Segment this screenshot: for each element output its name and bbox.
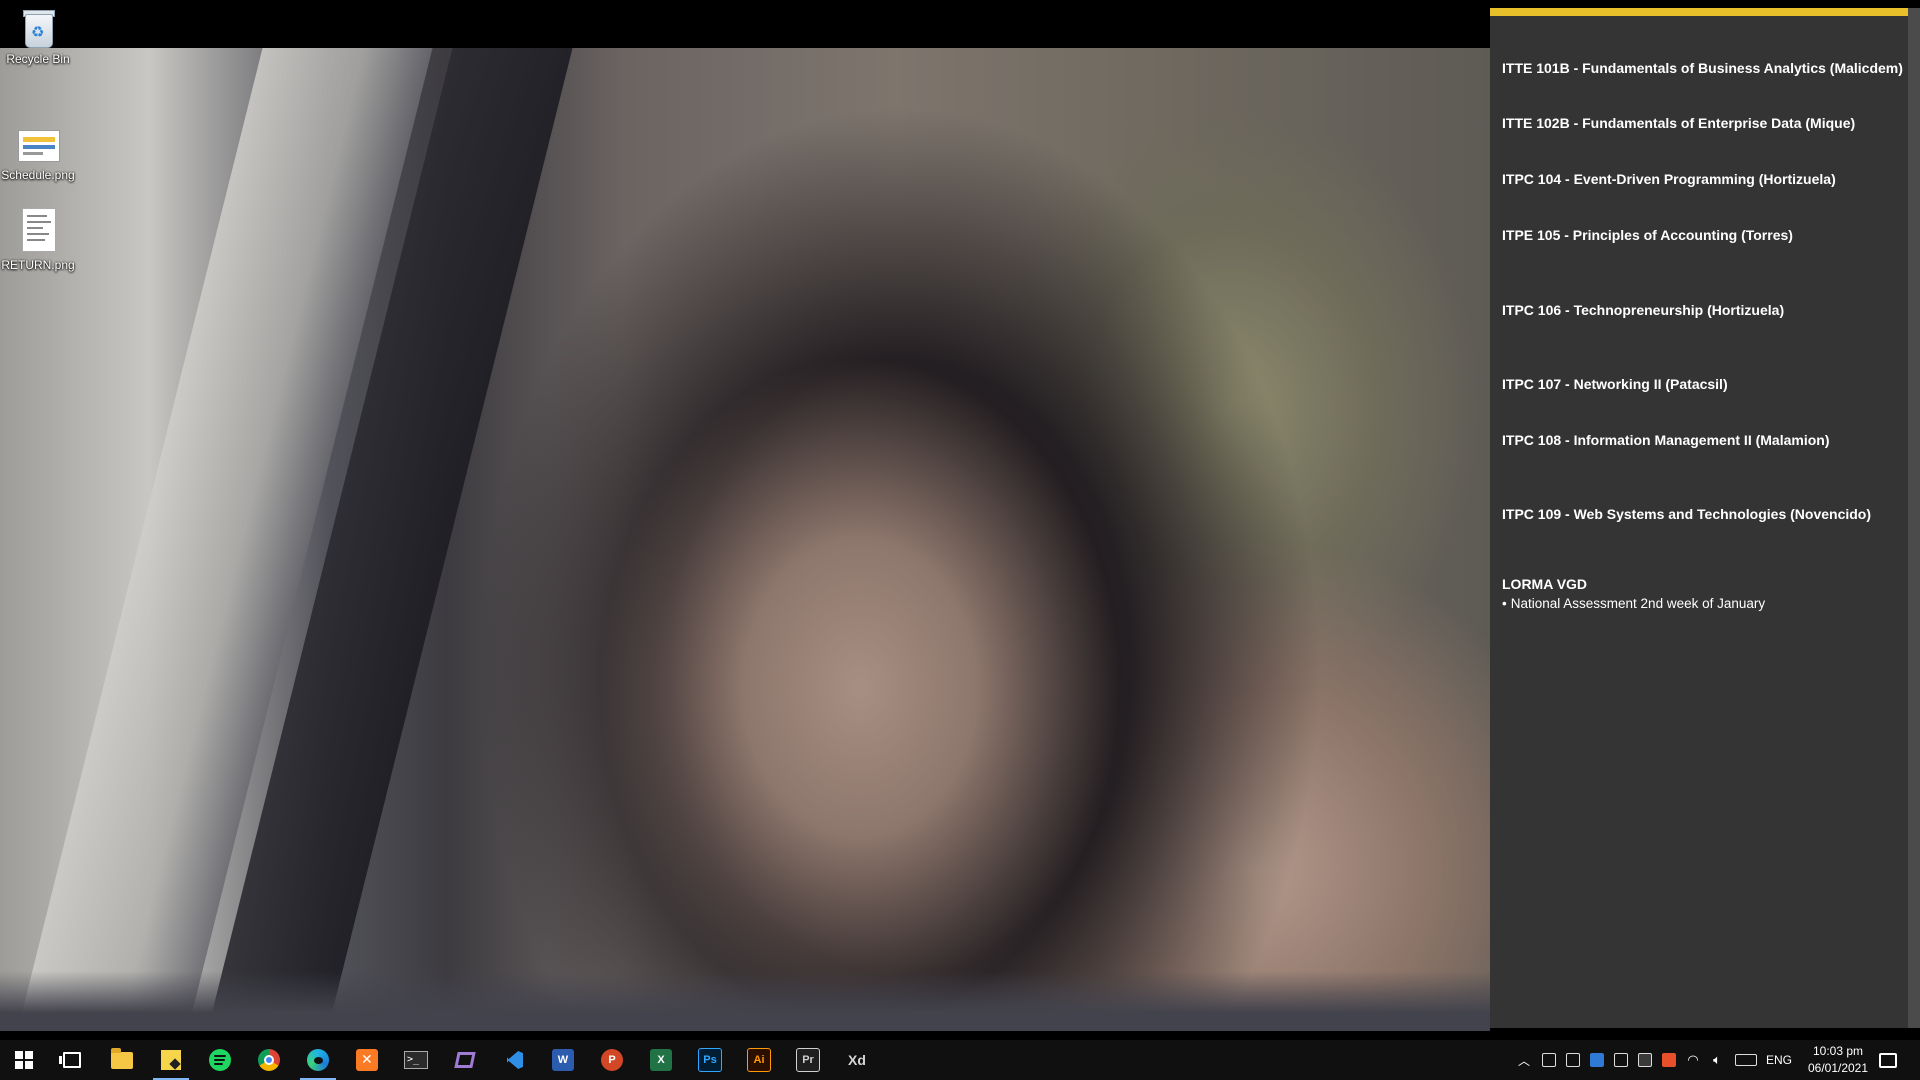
xd-button[interactable]: Xd <box>833 1040 881 1080</box>
illustrator-icon: Ai <box>747 1048 771 1072</box>
notification-icon <box>1879 1052 1897 1068</box>
file-explorer-button[interactable] <box>98 1040 146 1080</box>
desktop-icon-label: RETURN.png <box>1 258 75 272</box>
wifi-icon: ◠ <box>1687 1052 1699 1067</box>
desktop-icon-return[interactable]: RETURN.png <box>0 208 76 272</box>
tray-icon-display[interactable] <box>1562 1040 1584 1080</box>
edge-button[interactable] <box>294 1040 342 1080</box>
sticky-notes-icon <box>161 1050 181 1070</box>
note-bullet-text: National Assessment 2nd week of January <box>1510 596 1766 611</box>
wallpaper-dashboard <box>0 971 1490 1031</box>
powerpoint-icon: P <box>601 1049 623 1071</box>
edge-icon <box>307 1049 329 1071</box>
keyboard-icon <box>1735 1054 1757 1066</box>
start-button[interactable] <box>0 1040 48 1080</box>
photoshop-button[interactable]: Ps <box>686 1040 734 1080</box>
desktop-icon-label: Schedule.png <box>1 168 75 182</box>
security-tray-icon <box>1614 1053 1628 1067</box>
volume-button[interactable]: 🔈︎ <box>1706 1040 1728 1080</box>
powerpoint-button[interactable]: P <box>588 1040 636 1080</box>
course-item: ITPC 106 - Technopreneurship (Hortizuela… <box>1502 302 1785 318</box>
excel-button[interactable]: X <box>637 1040 685 1080</box>
course-item: ITTE 101B - Fundamentals of Business Ana… <box>1502 60 1903 76</box>
photoshop-icon: Ps <box>698 1048 722 1072</box>
xd-icon: Xd <box>848 1052 866 1068</box>
tray-icon-store[interactable] <box>1586 1040 1608 1080</box>
tray-icon-security[interactable] <box>1610 1040 1632 1080</box>
premiere-icon: Pr <box>796 1048 820 1072</box>
chrome-button[interactable] <box>245 1040 293 1080</box>
course-item: ITTE 102B - Fundamentals of Enterprise D… <box>1502 115 1856 131</box>
app-tray-icon <box>1542 1053 1556 1067</box>
sticky-notes-button[interactable] <box>147 1040 195 1080</box>
tray-icon-meet[interactable] <box>1538 1040 1560 1080</box>
note-heading: LORMA VGD <box>1502 576 1588 592</box>
word-button[interactable]: W <box>539 1040 587 1080</box>
course-item: ITPC 108 - Information Management II (Ma… <box>1502 432 1830 448</box>
excel-icon: X <box>650 1049 672 1071</box>
xampp-button[interactable] <box>343 1040 391 1080</box>
brave-tray-icon <box>1662 1053 1676 1067</box>
chevron-up-icon: ︿ <box>1517 1053 1530 1068</box>
course-item: ITPC 104 - Event-Driven Programming (Hor… <box>1502 171 1836 187</box>
spotify-icon <box>209 1049 231 1071</box>
terminal-icon: >_ <box>404 1051 428 1069</box>
task-view-icon <box>59 1052 81 1068</box>
tray-icon-brave[interactable] <box>1658 1040 1680 1080</box>
recycle-bin-icon <box>23 8 55 48</box>
action-center-button[interactable] <box>1872 1040 1904 1080</box>
sticky-note-scroll-edge <box>1908 8 1920 1028</box>
course-item: ITPE 105 - Principles of Accounting (Tor… <box>1502 227 1793 243</box>
clock-date: 06/01/2021 <box>1807 1061 1869 1075</box>
clock[interactable]: 10:03 pm 06/01/2021 <box>1796 1043 1880 1077</box>
wifi-button[interactable]: ◠ <box>1682 1040 1704 1080</box>
desktop-icon-label: Recycle Bin <box>6 52 70 66</box>
word-icon: W <box>552 1049 574 1071</box>
vscode-icon <box>503 1049 525 1071</box>
vscode-button[interactable] <box>490 1040 538 1080</box>
wallpaper-top-strip <box>0 0 1490 48</box>
battery-tray-icon <box>1638 1053 1652 1067</box>
illustrator-button[interactable]: Ai <box>735 1040 783 1080</box>
tray-overflow-button[interactable]: ︿ <box>1514 1040 1534 1080</box>
chrome-icon <box>258 1049 280 1071</box>
desktop-icon-recycle-bin[interactable]: Recycle Bin <box>0 8 76 66</box>
image-file-icon <box>16 124 60 164</box>
task-view-button[interactable] <box>48 1040 96 1080</box>
visual-studio-icon <box>454 1049 476 1071</box>
premiere-button[interactable]: Pr <box>784 1040 832 1080</box>
image-file-icon <box>16 208 60 254</box>
desktop-wallpaper <box>0 48 1490 1031</box>
windows-icon <box>15 1051 33 1069</box>
course-item: ITPC 107 - Networking II (Patacsil) <box>1502 376 1728 392</box>
volume-icon: 🔈︎ <box>1713 1052 1721 1067</box>
note-bullet: • National Assessment 2nd week of January <box>1502 596 1765 611</box>
keyboard-button[interactable] <box>1730 1040 1762 1080</box>
bullet-icon: • <box>1502 596 1507 611</box>
language-indicator[interactable]: ENG <box>1764 1040 1794 1080</box>
tray-icon-battery[interactable] <box>1634 1040 1656 1080</box>
clock-time: 10:03 pm <box>1812 1044 1864 1058</box>
folder-icon <box>111 1047 133 1069</box>
taskbar: >_ W P X Ps Ai Pr Xd ︿ ◠ 🔈︎ ENG 10:03 pm… <box>0 1040 1920 1080</box>
store-tray-icon <box>1590 1053 1604 1067</box>
desktop-icon-schedule[interactable]: Schedule.png <box>0 124 76 182</box>
terminal-button[interactable]: >_ <box>392 1040 440 1080</box>
sticky-note[interactable]: ITTE 101B - Fundamentals of Business Ana… <box>1490 8 1920 1028</box>
display-tray-icon <box>1566 1053 1580 1067</box>
xampp-icon <box>356 1049 378 1071</box>
course-item: ITPC 109 - Web Systems and Technologies … <box>1502 506 1872 522</box>
spotify-button[interactable] <box>196 1040 244 1080</box>
visual-studio-button[interactable] <box>441 1040 489 1080</box>
